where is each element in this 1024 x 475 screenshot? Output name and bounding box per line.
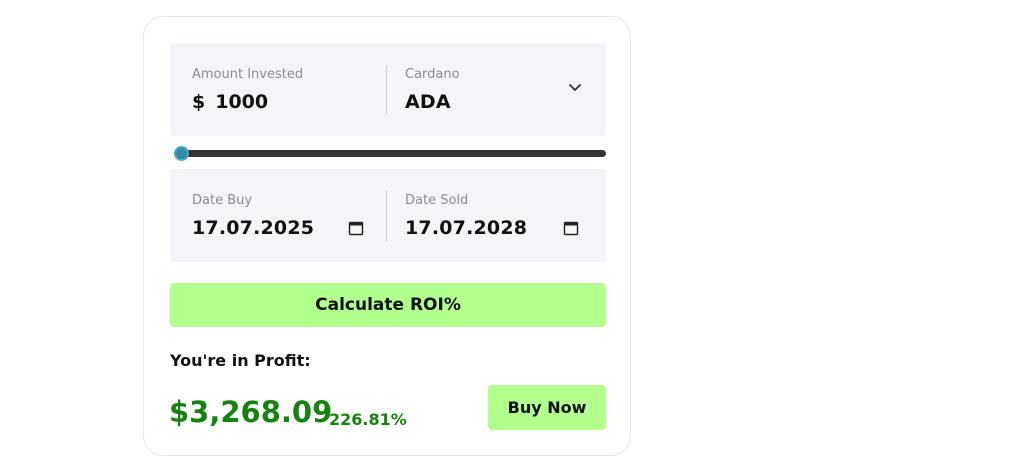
date-sold-input[interactable]: 17.07.2028 [405, 217, 527, 239]
calendar-icon[interactable] [563, 220, 579, 236]
coin-label: Cardano [405, 67, 460, 82]
dates-panel: Date Buy 17.07.2025 Date Sold 17.07.2028 [170, 169, 606, 262]
date-buy-input[interactable]: 17.07.2025 [192, 217, 314, 239]
currency-symbol: $ [192, 91, 206, 113]
slider-thumb[interactable] [174, 146, 189, 161]
chevron-down-icon[interactable] [566, 79, 584, 97]
roi-calculator-card: Amount Invested $ Cardano ADA Date Buy 1… [143, 16, 631, 456]
calendar-icon[interactable] [348, 220, 364, 236]
field-divider [386, 65, 387, 115]
calculate-roi-button[interactable]: Calculate ROI% [170, 283, 606, 327]
field-divider [386, 191, 387, 241]
amount-label: Amount Invested [192, 67, 304, 82]
coin-select[interactable]: ADA [405, 91, 451, 113]
slider-track [174, 150, 606, 157]
amount-field[interactable]: $ [192, 91, 366, 113]
profit-status-label: You're in Profit: [170, 351, 311, 370]
profit-amount: $3,268.09 [169, 395, 333, 429]
profit-percent: 226.81% [329, 410, 407, 429]
amount-slider[interactable] [170, 146, 606, 161]
amount-input[interactable] [215, 91, 366, 113]
date-sold-label: Date Sold [405, 193, 469, 208]
investment-panel: Amount Invested $ Cardano ADA [170, 43, 606, 136]
buy-now-button[interactable]: Buy Now [488, 385, 606, 430]
date-buy-label: Date Buy [192, 193, 253, 208]
